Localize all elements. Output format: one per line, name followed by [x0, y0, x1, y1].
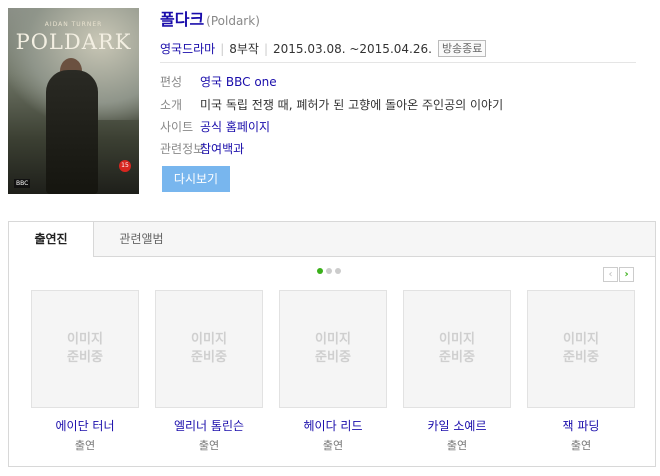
cast-card[interactable]: 이미지 준비중 카일 소예르 출연 — [403, 290, 511, 453]
page-dot-1[interactable] — [317, 268, 323, 274]
chevron-left-icon[interactable]: ‹ — [603, 267, 618, 282]
info-label: 관련정보 — [160, 142, 205, 156]
cast-name[interactable]: 카일 소예르 — [403, 417, 511, 434]
cast-role: 출연 — [198, 439, 220, 452]
related-info-link[interactable]: 참여백과 — [200, 142, 244, 156]
meta-divider: | — [263, 41, 269, 56]
info-row-channel: 편성 영국 BBC one — [160, 73, 277, 90]
synopsis-text: 미국 독립 전쟁 때, 폐허가 된 고향에 돌아온 주인공의 이야기 — [200, 98, 504, 112]
cast-photo-placeholder[interactable]: 이미지 준비중 — [527, 290, 635, 408]
cast-photo-placeholder[interactable]: 이미지 준비중 — [279, 290, 387, 408]
broadcast-period: 2015.03.08. ~2015.04.26. — [273, 41, 432, 56]
placeholder-text: 준비중 — [439, 350, 475, 365]
poster-logo: POLDARK — [15, 30, 132, 54]
placeholder-text: 준비중 — [67, 350, 103, 365]
cast-photo-placeholder[interactable]: 이미지 준비중 — [155, 290, 263, 408]
info-label: 편성 — [160, 75, 183, 89]
page-dot-3[interactable] — [335, 268, 341, 274]
tab-related-albums[interactable]: 관련앨범 — [95, 222, 188, 257]
poster-image[interactable]: AIDAN TURNER POLDARK 15 BBC — [8, 8, 139, 194]
cast-card[interactable]: 이미지 준비중 잭 파딩 출연 — [527, 290, 635, 453]
episode-count: 8부작 — [229, 42, 259, 56]
cast-card[interactable]: 이미지 준비중 에이단 터너 출연 — [31, 290, 139, 453]
drama-meta: 영국드라마 | 8부작 | 2015.03.08. ~2015.04.26. 방… — [160, 40, 487, 57]
meta-divider: | — [220, 41, 225, 56]
drama-title-text[interactable]: 폴다크 — [160, 10, 204, 29]
info-row-synopsis: 소개 미국 독립 전쟁 때, 폐허가 된 고향에 돌아온 주인공의 이야기 — [160, 96, 503, 113]
cast-name[interactable]: 에이단 터너 — [31, 417, 139, 434]
cast-role: 출연 — [570, 439, 592, 452]
placeholder-text: 이미지 — [191, 332, 227, 347]
cast-name[interactable]: 엘리너 톰린슨 — [155, 417, 263, 434]
broadcaster-logo: BBC — [14, 179, 31, 188]
cast-photo-placeholder[interactable]: 이미지 준비중 — [31, 290, 139, 408]
poster-figure — [46, 70, 98, 194]
info-row-site: 사이트 공식 홈페이지 — [160, 118, 270, 135]
drama-title[interactable]: 폴다크 (Poldark) — [160, 6, 260, 30]
cast-photo-placeholder[interactable]: 이미지 준비중 — [403, 290, 511, 408]
rewatch-button[interactable]: 다시보기 — [162, 166, 230, 192]
poster-actor-name: AIDAN TURNER — [44, 21, 103, 28]
placeholder-text: 이미지 — [439, 332, 475, 347]
original-title: (Poldark) — [206, 14, 260, 28]
cast-card[interactable]: 이미지 준비중 엘리너 톰린슨 출연 — [155, 290, 263, 453]
placeholder-text: 준비중 — [191, 350, 227, 365]
chevron-right-icon[interactable]: › — [619, 267, 634, 282]
cast-role: 출연 — [322, 439, 344, 452]
placeholder-text: 준비중 — [315, 350, 351, 365]
info-label: 소개 — [160, 98, 183, 112]
carousel-pagination — [317, 268, 341, 274]
page-dot-2[interactable] — [326, 268, 332, 274]
cast-name[interactable]: 잭 파딩 — [527, 417, 635, 434]
cast-role: 출연 — [446, 439, 468, 452]
official-site-link[interactable]: 공식 홈페이지 — [200, 120, 270, 134]
placeholder-text: 이미지 — [67, 332, 103, 347]
cast-role: 출연 — [74, 439, 96, 452]
cast-card[interactable]: 이미지 준비중 헤이다 리드 출연 — [279, 290, 387, 453]
cast-name[interactable]: 헤이다 리드 — [279, 417, 387, 434]
tab-bar: 출연진 관련앨범 — [9, 222, 655, 257]
genre-link[interactable]: 영국드라마 — [160, 40, 215, 57]
status-badge: 방송종료 — [437, 40, 487, 57]
placeholder-text: 준비중 — [563, 350, 599, 365]
placeholder-text: 이미지 — [315, 332, 351, 347]
cast-panel: 출연진 관련앨범 ‹ › 이미지 준비중 에이단 터너 출연 이미지 준비중 엘… — [8, 221, 656, 467]
info-row-related: 관련정보참여백과 — [160, 140, 244, 157]
placeholder-text: 이미지 — [563, 332, 599, 347]
divider — [160, 62, 636, 63]
tab-cast[interactable]: 출연진 — [9, 222, 94, 257]
info-label: 사이트 — [160, 120, 194, 134]
age-rating-icon: 15 — [119, 160, 131, 172]
channel-link[interactable]: 영국 BBC one — [200, 75, 277, 89]
